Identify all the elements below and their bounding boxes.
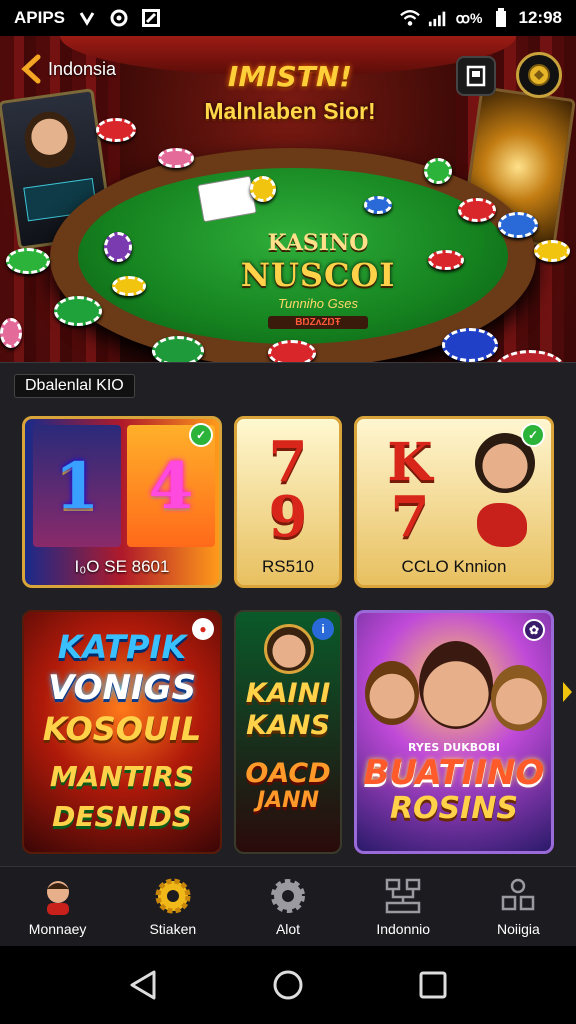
image-status-icon <box>141 8 161 28</box>
hero-subtitle: Malnlaben Sior! <box>204 98 376 124</box>
character-avatar <box>264 624 314 674</box>
settings-status-icon <box>109 8 129 28</box>
promo-line: DESNIDS <box>52 800 192 833</box>
nav-label: Alot <box>275 920 301 937</box>
nav-label: Indonnio <box>376 920 431 937</box>
back-label: Indonsia <box>48 58 117 79</box>
felt-title: KASINO <box>267 230 369 256</box>
check-icon: ✓ <box>521 423 545 447</box>
slot-reel-b: 9 <box>268 484 308 550</box>
status-app-label: APIPS <box>14 8 66 27</box>
grid-icon <box>498 877 538 915</box>
chip-green <box>54 296 102 326</box>
felt-title-main: NUSCOI <box>240 256 396 294</box>
felt-badge: BŊZʌZŊŦ <box>268 316 368 329</box>
chip-blue <box>442 328 498 362</box>
back-button[interactable]: Indonsia <box>20 54 116 84</box>
network-label: ꝏ% <box>455 9 483 26</box>
wallet-button[interactable] <box>456 56 496 96</box>
promo-line: MANTIRS <box>49 760 195 793</box>
back-nav-button[interactable] <box>123 965 163 1005</box>
promo-line: KATPIK <box>57 628 187 666</box>
wallet-icon <box>466 65 486 87</box>
system-nav-bar <box>0 946 576 1024</box>
coins-button[interactable] <box>516 52 562 98</box>
slot-tile-1[interactable]: 1 4 I₀O SE 8601 ✓ <box>22 416 222 588</box>
avatar-icon <box>38 877 78 915</box>
slot-caption: RS510 <box>262 557 314 576</box>
promo-tile-1[interactable]: KATPIK VONIGS KOSOUIL MANTIRS DESNIDS ● <box>22 610 222 854</box>
chip-yellow <box>112 276 146 296</box>
hero-banner: Indonsia IMISTN! Malnlaben Sior! KASINO … <box>0 36 576 400</box>
nav-label: Noiigia <box>497 920 540 937</box>
section-label: Dbalenlal KIO <box>14 374 135 398</box>
square-recents-icon <box>419 971 447 999</box>
chip-blue <box>364 196 392 214</box>
chip-purple <box>104 232 132 262</box>
triangle-back-icon <box>130 970 156 1000</box>
slot-caption: I₀O SE 8601 <box>74 557 170 576</box>
character-avatar <box>491 665 547 731</box>
felt-caption: Tunniho Gses <box>278 296 358 311</box>
nav-label: Monnaey <box>28 920 87 937</box>
chip-yellow <box>534 240 570 262</box>
nav-label: Stiaken <box>149 920 197 937</box>
chip-blue <box>498 212 538 238</box>
notification-icon <box>77 8 97 28</box>
promo-line: OACD <box>245 758 331 789</box>
chip-red <box>458 198 496 222</box>
chip-yellow <box>250 176 276 202</box>
character-avatar <box>365 661 419 725</box>
boxing-glove-icon <box>477 503 527 547</box>
player-face <box>21 108 79 171</box>
hero-title: IMISTN! <box>227 60 353 93</box>
chip-green <box>6 248 50 274</box>
nav-item-profile[interactable]: Monnaey <box>0 867 115 946</box>
nav-item-more[interactable]: Noiigia <box>461 867 576 946</box>
scroll-right-icon[interactable] <box>560 680 574 704</box>
signal-icon <box>428 8 448 28</box>
check-icon: ✓ <box>189 423 213 447</box>
promo-line: VONIGS <box>47 668 197 708</box>
chip-red <box>96 118 136 142</box>
promo-line: KOSOUIL <box>42 710 202 748</box>
settings-icon <box>268 877 308 915</box>
slot-reel-a: 1 <box>33 425 121 547</box>
network-icon <box>383 877 423 915</box>
circle-home-icon <box>273 970 303 1000</box>
promo-line: ROSINS <box>389 791 519 826</box>
bottom-nav: Monnaey Stiaken Alot Indonnio Noiigia <box>0 866 576 946</box>
gear-coin-icon <box>153 877 193 915</box>
slot-tile-2[interactable]: 7 9 RS510 <box>234 416 342 588</box>
chip-pink <box>0 318 22 348</box>
chip-red <box>428 250 464 270</box>
battery-icon <box>491 8 511 28</box>
settings-icon[interactable]: ✿ <box>523 619 545 641</box>
clock: 12:98 <box>518 8 562 27</box>
promo-tile-3[interactable]: RYES DUKBOBI BUATIINO ROSINS ✿ <box>354 610 554 854</box>
promo-line: BUATIINO <box>363 753 545 793</box>
nav-item-rewards[interactable]: Stiaken <box>115 867 230 946</box>
chip-green <box>424 158 452 184</box>
wifi-icon <box>399 8 420 28</box>
coin-stack-icon <box>528 64 550 86</box>
slot-tile-3[interactable]: K 7 CCLO Knnion ✓ <box>354 416 554 588</box>
info-icon[interactable]: i <box>312 618 334 640</box>
nav-item-settings[interactable]: Alot <box>230 867 345 946</box>
promo-tile-2[interactable]: KAINI KANS OACD JANN i <box>234 610 342 854</box>
character-avatar <box>419 641 493 729</box>
slot-reel-b: 7 <box>390 484 430 550</box>
promo-line: KANS <box>246 710 330 741</box>
chip-pink <box>158 148 194 168</box>
promo-line: JANN <box>256 788 320 813</box>
slot-caption: CCLO Knnion <box>401 557 507 576</box>
nav-item-network[interactable]: Indonnio <box>346 867 461 946</box>
home-nav-button[interactable] <box>268 965 308 1005</box>
recents-nav-button[interactable] <box>413 965 453 1005</box>
chevron-left-icon <box>21 54 41 84</box>
promo-line: KAINI <box>245 678 331 709</box>
favorite-icon[interactable]: ● <box>192 618 214 640</box>
status-bar: APIPS ꝏ% 12:98 <box>0 0 576 36</box>
